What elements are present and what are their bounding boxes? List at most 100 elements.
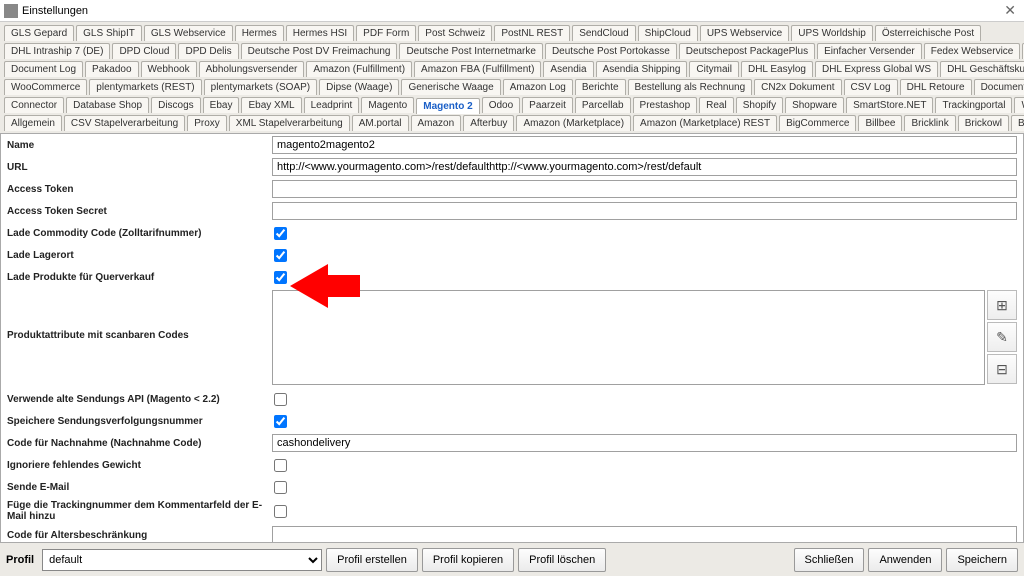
tab-amazon-log[interactable]: Amazon Log (503, 79, 573, 95)
apply-button[interactable]: Anwenden (868, 548, 942, 572)
profile-select[interactable]: default (42, 549, 322, 571)
tab-ebay[interactable]: Ebay (203, 97, 240, 113)
tab-parcellab[interactable]: Parcellab (575, 97, 631, 113)
tab-woocommerce[interactable]: WooCommerce (4, 79, 87, 95)
tab-pakadoo[interactable]: Pakadoo (85, 61, 138, 77)
tab-gls-shipit[interactable]: GLS ShipIT (76, 25, 142, 41)
access-token-input[interactable] (272, 180, 1017, 198)
alter-code-input[interactable] (272, 526, 1017, 542)
tab-dhl-gesch-ftskundenversand[interactable]: DHL Geschäftskundenversand (940, 61, 1024, 77)
tab-ebay-xml[interactable]: Ebay XML (241, 97, 301, 113)
tab-gls-gepard[interactable]: GLS Gepard (4, 25, 74, 41)
tab-plentymarkets-soap-[interactable]: plentymarkets (SOAP) (204, 79, 317, 95)
alte-api-checkbox[interactable] (274, 393, 287, 406)
tab-bigcommerce[interactable]: BigCommerce (779, 115, 856, 131)
tab-abholungsversender[interactable]: Abholungsversender (199, 61, 305, 77)
tab-am-portal[interactable]: AM.portal (352, 115, 409, 131)
nachnahme-code-input[interactable] (272, 434, 1017, 452)
tab-odoo[interactable]: Odoo (482, 97, 520, 113)
tab-discogs[interactable]: Discogs (151, 97, 201, 113)
sende-email-checkbox[interactable] (274, 481, 287, 494)
tab-ups-webservice[interactable]: UPS Webservice (700, 25, 789, 41)
tracking-kommentar-checkbox[interactable] (274, 505, 287, 518)
tab-dhl-easylog[interactable]: DHL Easylog (741, 61, 813, 77)
profile-create-button[interactable]: Profil erstellen (326, 548, 418, 572)
tab-webhook[interactable]: Webhook (141, 61, 197, 77)
tab-afterbuy[interactable]: Afterbuy (463, 115, 514, 131)
tab-asendia[interactable]: Asendia (543, 61, 593, 77)
tab-amazon-fba-fulfillment-[interactable]: Amazon FBA (Fulfillment) (414, 61, 541, 77)
url-input[interactable] (272, 158, 1017, 176)
tab-pdf-form[interactable]: PDF Form (356, 25, 416, 41)
tab-document-downloader[interactable]: Document Downloader (974, 79, 1024, 95)
tab-brickscout[interactable]: Brickscout (1011, 115, 1024, 131)
lagerort-checkbox[interactable] (274, 249, 287, 262)
tab-proxy[interactable]: Proxy (187, 115, 227, 131)
tab-asendia-shipping[interactable]: Asendia Shipping (596, 61, 688, 77)
tab-allgemein[interactable]: Allgemein (4, 115, 62, 131)
profile-delete-button[interactable]: Profil löschen (518, 548, 606, 572)
tab-citymail[interactable]: Citymail (689, 61, 739, 77)
tab-amazon-marketplace-rest[interactable]: Amazon (Marketplace) REST (633, 115, 777, 131)
querverkauf-checkbox[interactable] (274, 271, 287, 284)
tab-einfacher-versender[interactable]: Einfacher Versender (817, 43, 922, 59)
tab-brickowl[interactable]: Brickowl (958, 115, 1009, 131)
add-button[interactable]: ⊞ (987, 290, 1017, 320)
tab-xml-stapelverarbeitung[interactable]: XML Stapelverarbeitung (229, 115, 350, 131)
tab-weclapp[interactable]: Weclapp (1014, 97, 1024, 113)
ignoriere-gewicht-checkbox[interactable] (274, 459, 287, 472)
tab-smartstore-net[interactable]: SmartStore.NET (846, 97, 933, 113)
close-icon[interactable]: ✕ (1000, 2, 1020, 19)
tab-berichte[interactable]: Berichte (575, 79, 626, 95)
tab-post-schweiz[interactable]: Post Schweiz (418, 25, 492, 41)
tab-amazon-fulfillment-[interactable]: Amazon (Fulfillment) (306, 61, 412, 77)
tab-cn2x-dokument[interactable]: CN2x Dokument (754, 79, 841, 95)
tab-prestashop[interactable]: Prestashop (633, 97, 698, 113)
name-input[interactable] (272, 136, 1017, 154)
tab-sendcloud[interactable]: SendCloud (572, 25, 635, 41)
tab--sterreichische-post[interactable]: Österreichische Post (875, 25, 981, 41)
tab-billbee[interactable]: Billbee (858, 115, 902, 131)
tab-dpd-delis[interactable]: DPD Delis (178, 43, 238, 59)
tab-deutsche-post-portokasse[interactable]: Deutsche Post Portokasse (545, 43, 677, 59)
profile-copy-button[interactable]: Profil kopieren (422, 548, 514, 572)
tab-paarzeit[interactable]: Paarzeit (522, 97, 573, 113)
tab-deutsche-post-dv-freimachung[interactable]: Deutsche Post DV Freimachung (241, 43, 398, 59)
tab-shipcloud[interactable]: ShipCloud (638, 25, 698, 41)
tab-dhl-retoure[interactable]: DHL Retoure (900, 79, 972, 95)
tab-magento-2[interactable]: Magento 2 (416, 98, 479, 114)
tab-connector[interactable]: Connector (4, 97, 64, 113)
tab-magento[interactable]: Magento (361, 97, 414, 113)
tab-document-log[interactable]: Document Log (4, 61, 83, 77)
tab-leadprint[interactable]: Leadprint (304, 97, 360, 113)
tab-trackingportal[interactable]: Trackingportal (935, 97, 1012, 113)
tab-dipse-waage-[interactable]: Dipse (Waage) (319, 79, 399, 95)
tab-ups-worldship[interactable]: UPS Worldship (791, 25, 873, 41)
tab-shopware[interactable]: Shopware (785, 97, 844, 113)
produktattribute-listbox[interactable] (272, 290, 985, 385)
access-token-secret-input[interactable] (272, 202, 1017, 220)
tab-bricklink[interactable]: Bricklink (904, 115, 955, 131)
tab-dhl-intraship-7-de-[interactable]: DHL Intraship 7 (DE) (4, 43, 110, 59)
tab-shopify[interactable]: Shopify (736, 97, 783, 113)
tab-postnl-rest[interactable]: PostNL REST (494, 25, 570, 41)
delete-button[interactable]: ⊟ (987, 354, 1017, 384)
save-button[interactable]: Speichern (946, 548, 1018, 572)
tab-generische-waage[interactable]: Generische Waage (401, 79, 500, 95)
tab-hermes-hsi[interactable]: Hermes HSI (286, 25, 354, 41)
tab-plentymarkets-rest-[interactable]: plentymarkets (REST) (89, 79, 201, 95)
tab-dpd-cloud[interactable]: DPD Cloud (112, 43, 176, 59)
tab-amazon[interactable]: Amazon (411, 115, 462, 131)
tab-csv-stapelverarbeitung[interactable]: CSV Stapelverarbeitung (64, 115, 185, 131)
tab-deutschepost-packageplus[interactable]: Deutschepost PackagePlus (679, 43, 815, 59)
tab-hermes[interactable]: Hermes (235, 25, 284, 41)
tab-dhl-express-global-ws[interactable]: DHL Express Global WS (815, 61, 938, 77)
tab-database-shop[interactable]: Database Shop (66, 97, 149, 113)
tab-bestellung-als-rechnung[interactable]: Bestellung als Rechnung (628, 79, 753, 95)
tab-real[interactable]: Real (699, 97, 734, 113)
tab-amazon-marketplace-[interactable]: Amazon (Marketplace) (516, 115, 631, 131)
speichere-tracking-checkbox[interactable] (274, 415, 287, 428)
tab-gls-webservice[interactable]: GLS Webservice (144, 25, 233, 41)
edit-button[interactable]: ✎ (987, 322, 1017, 352)
tab-deutsche-post-internetmarke[interactable]: Deutsche Post Internetmarke (399, 43, 543, 59)
